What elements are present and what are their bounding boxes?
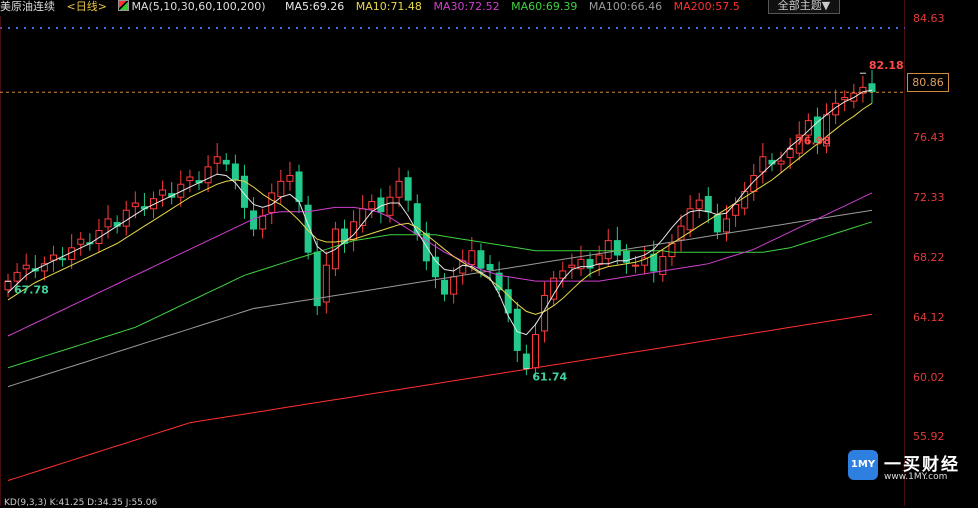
candle-up <box>386 196 394 216</box>
theme-dropdown-button[interactable]: 全部主题▼ <box>768 0 840 14</box>
candle-up <box>659 256 667 276</box>
candle-up <box>122 209 130 227</box>
candle-up <box>759 156 767 173</box>
ma5-line <box>7 89 873 336</box>
candle-up <box>531 334 539 369</box>
candle-up <box>286 175 294 182</box>
candle-up <box>468 250 476 265</box>
ma60-line <box>7 221 873 369</box>
candle-up <box>259 215 267 230</box>
candle-up <box>13 271 21 282</box>
axis-tick: 68.22 <box>913 251 945 264</box>
extreme-label: 67.78 <box>14 283 49 296</box>
candle-down <box>404 177 412 201</box>
ma-settings[interactable]: MA(5,10,30,60,100,200) <box>118 0 273 13</box>
candle-up <box>786 149 794 158</box>
candle-down <box>513 308 521 351</box>
candle-down <box>441 279 449 295</box>
candle-up <box>695 199 703 210</box>
axis-tick: 84.63 <box>913 12 945 25</box>
candle-down <box>650 253 658 272</box>
candle-up <box>213 156 221 164</box>
extreme-label: 82.18 <box>869 59 904 72</box>
candle-up <box>604 240 612 260</box>
brand-logo: 1MY 一买财经 www.1MY.com <box>848 450 963 486</box>
ma200-line <box>7 313 873 481</box>
candle-down <box>486 263 494 271</box>
ma60-value: MA60:69.39 <box>511 0 578 13</box>
candle-up <box>632 264 640 267</box>
candle-up <box>350 221 358 241</box>
candle-down <box>477 250 485 269</box>
ma10-value: MA10:71.48 <box>355 0 422 13</box>
candle-up <box>22 264 30 270</box>
candle-up <box>368 201 376 210</box>
candle-up <box>595 254 603 265</box>
indicator-readout: KD(9,3,3) K:41.25 D:34.35 J:55.06 <box>4 498 158 508</box>
ma30-value: MA30:72.52 <box>433 0 500 13</box>
candle-up <box>4 280 12 291</box>
ma-label: MA(5,10,30,60,100,200) <box>131 0 266 13</box>
candle-up <box>568 264 576 268</box>
candle-up <box>77 238 85 245</box>
brand-mark-icon: 1MY <box>848 450 878 480</box>
candle-down <box>713 214 721 233</box>
candle-up <box>777 160 785 165</box>
ma5-value: MA5:69.26 <box>285 0 345 13</box>
candle-up <box>277 180 285 198</box>
axis-tick: 76.43 <box>913 131 945 144</box>
candle-down <box>704 196 712 213</box>
ma-icon <box>118 0 130 11</box>
candle-up <box>131 202 139 208</box>
candle-up <box>104 218 112 228</box>
candle-up <box>841 97 849 101</box>
candle-up <box>159 189 167 196</box>
axis-tick: 72.33 <box>913 191 945 204</box>
current-price-label: 80.86 <box>907 73 949 92</box>
candle-up <box>186 176 194 182</box>
price-chart[interactable]: 82.18 76.98 67.78 61.74 <box>0 0 905 506</box>
candle-down <box>222 159 230 165</box>
candle-up <box>668 242 676 257</box>
candle-up <box>722 218 730 233</box>
axis-tick: 60.02 <box>913 371 945 384</box>
extreme-label: 76.98 <box>796 134 831 147</box>
ma10-line <box>7 102 873 315</box>
axis-tick: 55.92 <box>913 430 945 443</box>
period-selector[interactable]: <日线> <box>67 0 107 13</box>
extreme-label: 61.74 <box>532 371 567 384</box>
axis-tick: 64.12 <box>913 311 945 324</box>
ma200-value: MA200:57.5 <box>673 0 740 13</box>
candle-down <box>295 171 303 203</box>
candle-up <box>395 180 403 198</box>
candle-up <box>204 166 212 184</box>
brand-url: www.1MY.com <box>884 472 948 482</box>
ma100-value: MA100:66.46 <box>588 0 663 13</box>
ma100-line <box>7 209 873 388</box>
candle-up <box>450 276 458 295</box>
instrument-title[interactable]: 美原油连续 <box>0 0 55 13</box>
candle-down <box>613 240 621 256</box>
ma30-line <box>7 192 873 337</box>
candle-down <box>522 353 530 369</box>
candle-down <box>231 163 239 181</box>
candle-up <box>95 229 103 244</box>
candle-down <box>59 258 67 261</box>
